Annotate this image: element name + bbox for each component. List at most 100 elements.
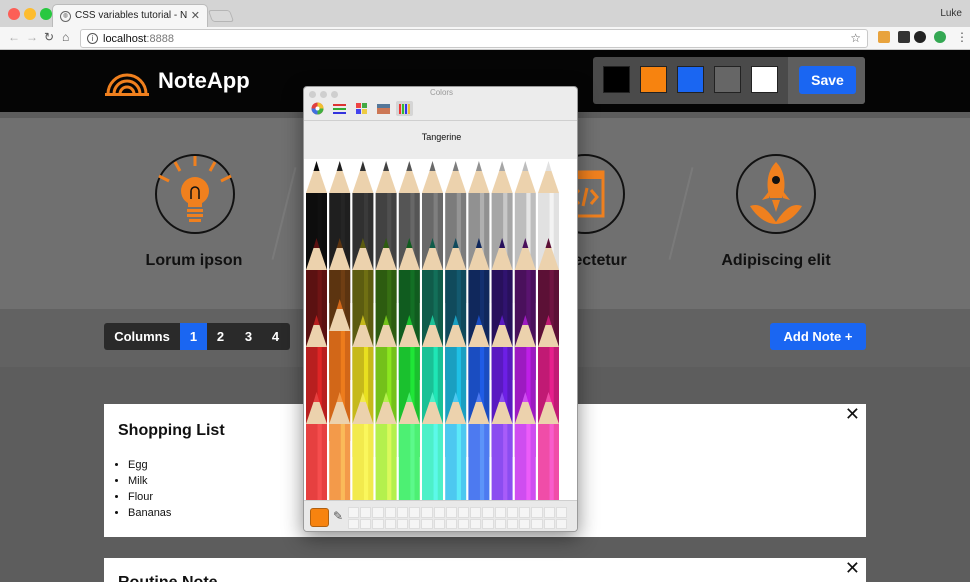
minimize-window-button[interactable] bbox=[24, 8, 36, 20]
saved-swatches[interactable] bbox=[348, 507, 567, 529]
save-area: Save bbox=[788, 57, 865, 104]
columns-selector: Columns 1 2 3 4 bbox=[104, 323, 290, 350]
empty-swatch-slot[interactable] bbox=[531, 507, 543, 518]
empty-swatch-slot[interactable] bbox=[470, 518, 482, 529]
empty-swatch-slot[interactable] bbox=[506, 518, 519, 529]
columns-option-4[interactable]: 4 bbox=[262, 323, 289, 350]
color-palettes-icon[interactable] bbox=[353, 101, 370, 116]
new-tab-button[interactable] bbox=[207, 10, 235, 22]
divider bbox=[668, 167, 694, 260]
image-palettes-icon[interactable] bbox=[375, 101, 392, 116]
home-icon[interactable]: ⌂ bbox=[62, 30, 69, 44]
reload-icon[interactable]: ↻ bbox=[44, 30, 54, 44]
empty-swatch-slot[interactable] bbox=[519, 507, 531, 518]
forward-icon[interactable]: → bbox=[26, 30, 38, 44]
browser-tab[interactable]: ◍ CSS variables tutorial - NoteApp ✕ bbox=[52, 4, 208, 27]
columns-option-2[interactable]: 2 bbox=[207, 323, 234, 350]
empty-swatch-slot[interactable] bbox=[482, 518, 494, 529]
empty-swatch-slot[interactable] bbox=[348, 518, 360, 529]
lightbulb-icon bbox=[158, 156, 232, 222]
note-title: Routine Note bbox=[118, 574, 218, 582]
bookmark-star-icon[interactable]: ☆ bbox=[850, 31, 861, 45]
feature-icon-circle bbox=[155, 154, 235, 234]
close-window-button[interactable] bbox=[8, 8, 20, 20]
feature-title: Lorum ipson bbox=[145, 252, 243, 269]
save-button[interactable]: Save bbox=[799, 66, 856, 94]
close-note-icon[interactable]: ✕ bbox=[845, 558, 860, 579]
empty-swatch-slot[interactable] bbox=[543, 507, 555, 518]
empty-swatch-slot[interactable] bbox=[506, 507, 519, 518]
empty-swatch-slot[interactable] bbox=[421, 518, 433, 529]
list-item: Egg bbox=[128, 457, 171, 473]
empty-swatch-slot[interactable] bbox=[409, 518, 421, 529]
empty-swatch-slot[interactable] bbox=[445, 507, 457, 518]
empty-swatch-slot[interactable] bbox=[470, 507, 482, 518]
empty-swatch-slot[interactable] bbox=[348, 507, 360, 518]
empty-swatch-slot[interactable] bbox=[482, 507, 494, 518]
empty-swatch-slot[interactable] bbox=[384, 507, 396, 518]
color-wheel-icon[interactable] bbox=[309, 101, 326, 116]
profile-name[interactable]: Luke bbox=[940, 8, 962, 19]
note-list: Egg Milk Flour Bananas bbox=[128, 457, 171, 521]
info-icon[interactable]: i bbox=[87, 33, 98, 44]
crayons-icon[interactable] bbox=[396, 101, 413, 116]
empty-swatch-slot[interactable] bbox=[543, 518, 555, 529]
empty-swatch-slot[interactable] bbox=[372, 518, 384, 529]
empty-swatch-slot[interactable] bbox=[396, 518, 409, 529]
url-text: localhost:8888 bbox=[103, 33, 174, 45]
empty-swatch-slot[interactable] bbox=[409, 507, 421, 518]
extension-icon[interactable] bbox=[934, 31, 946, 43]
extension-icon[interactable] bbox=[914, 31, 926, 43]
color-sliders-icon[interactable] bbox=[331, 101, 348, 116]
pencil-grid[interactable] bbox=[304, 159, 578, 500]
empty-swatch-slot[interactable] bbox=[421, 507, 433, 518]
swatch-white[interactable] bbox=[751, 66, 778, 93]
extension-icon[interactable] bbox=[898, 31, 910, 43]
list-item: Bananas bbox=[128, 505, 171, 521]
close-note-icon[interactable]: ✕ bbox=[845, 404, 860, 425]
tab-title: CSS variables tutorial - NoteApp bbox=[75, 10, 187, 21]
selected-color-name: Tangerine bbox=[421, 132, 462, 142]
empty-swatch-slot[interactable] bbox=[396, 507, 409, 518]
panel-title: Colors bbox=[429, 88, 454, 97]
color-picker-panel: Colors Tangerine ✎ bbox=[303, 86, 578, 532]
swatch-black[interactable] bbox=[603, 66, 630, 93]
eyedropper-icon[interactable]: ✎ bbox=[333, 509, 343, 523]
picker-mode-tabs bbox=[304, 99, 577, 119]
empty-swatch-slot[interactable] bbox=[555, 507, 567, 518]
empty-swatch-slot[interactable] bbox=[519, 518, 531, 529]
empty-swatch-slot[interactable] bbox=[372, 507, 384, 518]
zoom-window-button[interactable] bbox=[40, 8, 52, 20]
empty-swatch-slot[interactable] bbox=[445, 518, 457, 529]
theme-palette: Save bbox=[593, 57, 865, 104]
empty-swatch-slot[interactable] bbox=[384, 518, 396, 529]
add-note-button[interactable]: Add Note + bbox=[770, 323, 866, 350]
back-icon[interactable]: ← bbox=[8, 30, 20, 44]
empty-swatch-slot[interactable] bbox=[433, 507, 445, 518]
tab-strip: ◍ CSS variables tutorial - NoteApp ✕ Luk… bbox=[0, 0, 970, 27]
swatch-gray[interactable] bbox=[714, 66, 741, 93]
picker-bottom-bar: ✎ bbox=[304, 500, 577, 531]
empty-swatch-slot[interactable] bbox=[433, 518, 445, 529]
address-bar[interactable]: i localhost:8888 ☆ bbox=[80, 29, 868, 48]
empty-swatch-slot[interactable] bbox=[531, 518, 543, 529]
note-title: Shopping List bbox=[118, 422, 225, 439]
columns-option-1[interactable]: 1 bbox=[180, 323, 207, 350]
empty-swatch-slot[interactable] bbox=[458, 518, 470, 529]
swatch-blue[interactable] bbox=[677, 66, 704, 93]
empty-swatch-slot[interactable] bbox=[494, 518, 506, 529]
list-item: Flour bbox=[128, 489, 171, 505]
logo-icon bbox=[105, 73, 149, 96]
empty-swatch-slot[interactable] bbox=[458, 507, 470, 518]
swatch-orange[interactable] bbox=[640, 66, 667, 93]
browser-menu-icon[interactable]: ⋮ bbox=[956, 30, 968, 44]
extension-icon[interactable] bbox=[878, 31, 890, 43]
empty-swatch-slot[interactable] bbox=[360, 507, 372, 518]
tab-close-icon[interactable]: ✕ bbox=[191, 9, 200, 22]
columns-option-3[interactable]: 3 bbox=[235, 323, 262, 350]
empty-swatch-slot[interactable] bbox=[360, 518, 372, 529]
note-card: Routine Note ✕ bbox=[104, 558, 866, 582]
current-color-well[interactable] bbox=[310, 508, 329, 527]
empty-swatch-slot[interactable] bbox=[494, 507, 506, 518]
empty-swatch-slot[interactable] bbox=[555, 518, 567, 529]
